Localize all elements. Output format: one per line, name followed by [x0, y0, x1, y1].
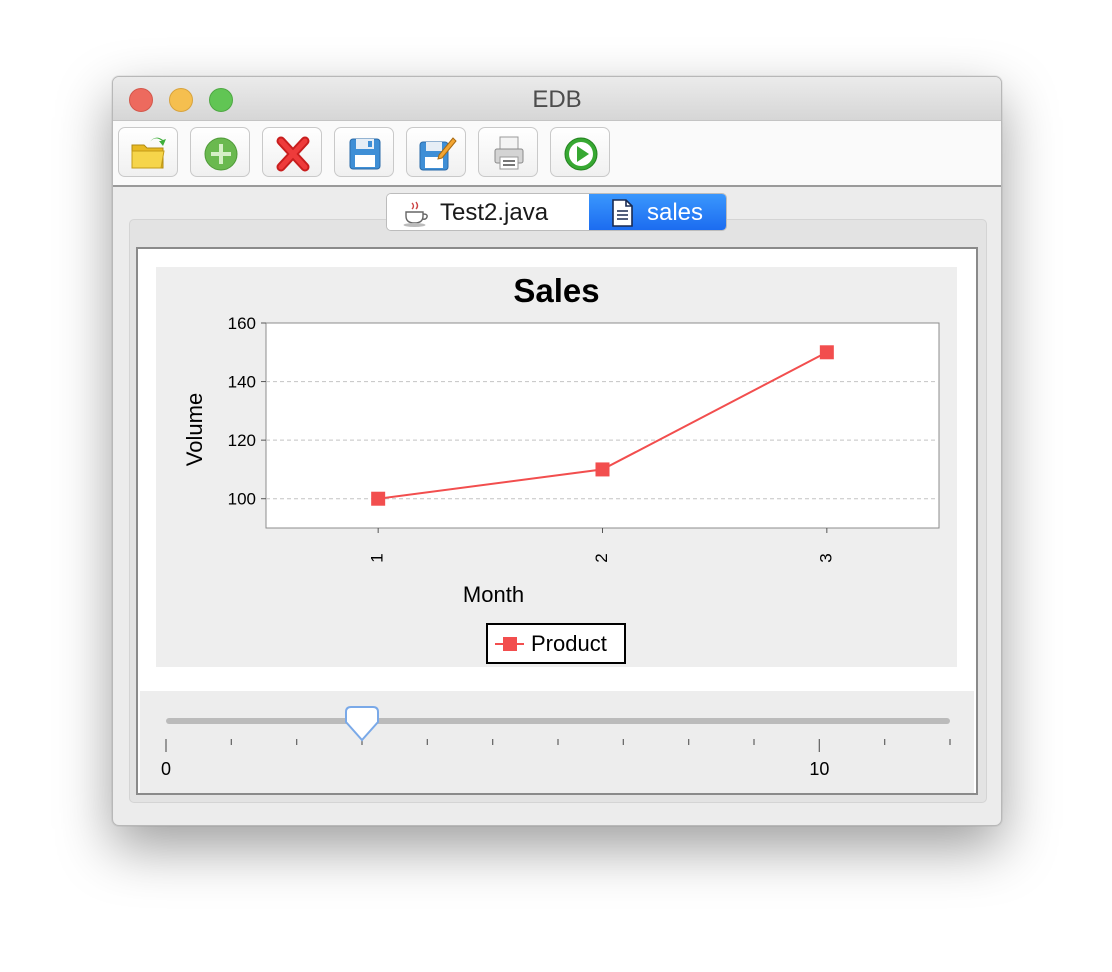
y-axis-label: Volume [182, 393, 207, 466]
print-button[interactable] [478, 127, 538, 177]
tab-sales[interactable]: sales [589, 194, 726, 230]
add-button[interactable] [190, 127, 250, 177]
tab-label: sales [647, 199, 704, 226]
delete-icon [276, 136, 310, 172]
java-cup-icon [403, 201, 428, 227]
x-tick-label: 2 [592, 553, 611, 562]
title-bar[interactable]: EDB [113, 77, 1001, 121]
tab-bar: Test2.java sales [386, 193, 727, 231]
legend-label: Product [531, 631, 607, 656]
chart-panel: Sales 100 120 140 160 1 2 3 Month Volume Product [156, 267, 957, 667]
tab-label: Test2.java [440, 199, 549, 226]
delete-button[interactable] [262, 127, 322, 177]
sales-panel: Sales 100 120 140 160 1 2 3 Month Volume Product 0… [136, 247, 978, 795]
save-button[interactable] [334, 127, 394, 177]
legend-marker [503, 637, 517, 651]
window-title: EDB [532, 86, 582, 113]
month-slider[interactable]: 0 10 [140, 691, 974, 793]
run-icon [564, 137, 598, 171]
x-tick-label: 1 [368, 553, 387, 562]
sales-chart: Sales 100 120 140 160 1 2 3 Month Volume Product [182, 272, 940, 664]
run-button[interactable] [550, 127, 610, 177]
x-tick-label: 3 [816, 553, 835, 562]
toolbar [113, 121, 1001, 187]
add-icon [204, 137, 238, 171]
plot-area [265, 322, 940, 529]
y-tick-label: 120 [228, 431, 256, 450]
slider-area: 0 10 [140, 691, 974, 793]
document-icon [612, 199, 633, 227]
slider-track[interactable] [166, 718, 950, 724]
open-button[interactable] [118, 127, 178, 177]
data-point [371, 491, 386, 506]
save-edit-icon [419, 137, 457, 171]
slider-tick-label: 0 [161, 759, 171, 779]
y-tick-label: 100 [228, 490, 256, 509]
chart-title: Sales [513, 272, 599, 309]
data-point [819, 345, 834, 360]
tab-test2-java[interactable]: Test2.java [387, 194, 589, 230]
save-icon [349, 138, 381, 170]
save-as-button[interactable] [406, 127, 466, 177]
app-window: EDB Test2.java sales Sales 100 120 140 1… [112, 76, 1002, 826]
slider-tick-label: 10 [809, 759, 829, 779]
y-tick-label: 140 [228, 373, 256, 392]
data-point [595, 462, 610, 477]
y-tick-label: 160 [228, 314, 256, 333]
open-folder-icon [131, 137, 166, 169]
print-icon [494, 136, 524, 170]
x-axis-label: Month [463, 582, 524, 607]
slider-thumb[interactable] [345, 706, 379, 742]
